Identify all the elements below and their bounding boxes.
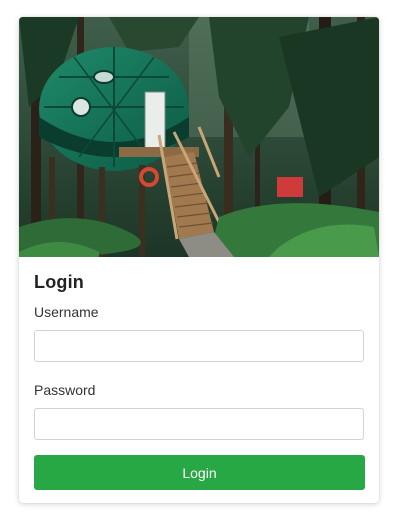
username-label: Username <box>34 304 99 320</box>
login-card: Login Username Password Login <box>19 17 379 503</box>
password-label: Password <box>34 382 96 398</box>
login-button[interactable]: Login <box>34 455 365 490</box>
login-form: Login Username Password Login <box>19 257 379 503</box>
login-title: Login <box>34 272 84 292</box>
password-input[interactable] <box>34 408 364 440</box>
username-input[interactable] <box>34 330 364 362</box>
hero-image <box>19 17 379 257</box>
